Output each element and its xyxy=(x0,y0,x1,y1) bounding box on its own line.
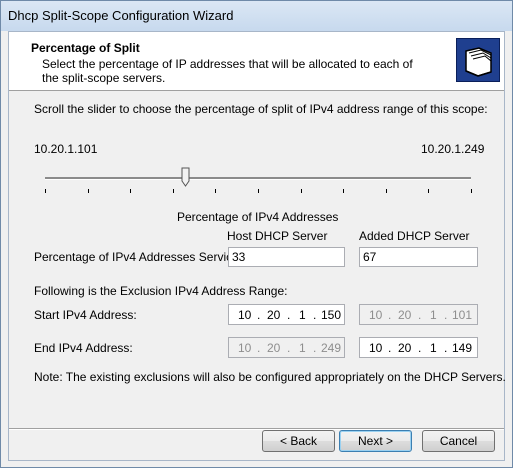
wizard-content: Percentage of Split Select the percentag… xyxy=(8,31,506,461)
exclusion-note: Note: The existing exclusions will also … xyxy=(34,370,506,384)
title-bar: Dhcp Split-Scope Configuration Wizard xyxy=(1,1,512,31)
added-server-header: Added DHCP Server xyxy=(359,229,470,243)
ip-octet-1: 10 xyxy=(238,308,252,322)
slider-tick xyxy=(215,189,216,193)
slider-tick xyxy=(428,189,429,193)
ip-octet-3: 1 xyxy=(299,341,306,355)
page-subtitle: Select the percentage of IP addresses th… xyxy=(42,57,413,85)
split-slider-track[interactable] xyxy=(45,177,471,180)
wizard-header: Percentage of Split Select the percentag… xyxy=(9,32,504,91)
ip-octet-3: 1 xyxy=(430,308,437,322)
ip-octet-4: 149 xyxy=(452,341,473,355)
slider-tick xyxy=(258,189,259,193)
added-percentage-input[interactable] xyxy=(359,247,478,267)
slider-tick xyxy=(301,189,302,193)
ip-octet-1: 10 xyxy=(238,341,252,355)
start-address-label: Start IPv4 Address: xyxy=(34,308,137,322)
slider-instruction: Scroll the slider to choose the percenta… xyxy=(34,102,488,116)
slider-tick xyxy=(386,189,387,193)
ip-octet-2: 20 xyxy=(267,308,281,322)
slider-tick xyxy=(88,189,89,193)
split-slider-thumb[interactable] xyxy=(181,167,190,187)
ip-octet-1: 10 xyxy=(369,308,383,322)
ip-octet-2: 20 xyxy=(398,308,412,322)
start-added-ip-field: 10 . 20 . 1 . 101 xyxy=(359,304,478,325)
slider-max-label: 10.20.1.249 xyxy=(421,142,485,156)
cancel-button[interactable]: Cancel xyxy=(422,430,495,452)
slider-tick xyxy=(45,189,46,193)
ip-octet-4: 101 xyxy=(452,308,473,322)
folders-icon xyxy=(456,38,500,82)
percentages-group-label: Percentage of IPv4 Addresses xyxy=(177,210,339,224)
ip-octet-3: 1 xyxy=(299,308,306,322)
end-host-ip-field: 10 . 20 . 1 . 249 xyxy=(228,337,345,358)
end-added-ip-field[interactable]: 10 . 20 . 1 . 149 xyxy=(359,337,478,358)
ip-octet-3: 1 xyxy=(430,341,437,355)
exclusion-label: Following is the Exclusion IPv4 Address … xyxy=(34,284,288,298)
wizard-window: Dhcp Split-Scope Configuration Wizard Pe… xyxy=(0,0,513,468)
end-address-label: End IPv4 Address: xyxy=(34,341,133,355)
percentage-serviced-label: Percentage of IPv4 Addresses Serviced: xyxy=(34,250,249,264)
back-button[interactable]: < Back xyxy=(262,430,335,452)
slider-min-label: 10.20.1.101 xyxy=(34,142,98,156)
ip-octet-2: 20 xyxy=(398,341,412,355)
slider-tick xyxy=(343,189,344,193)
slider-tick xyxy=(471,189,472,193)
slider-tick xyxy=(173,189,174,193)
ip-octet-4: 150 xyxy=(321,308,342,322)
page-title: Percentage of Split xyxy=(31,41,140,55)
ip-octet-1: 10 xyxy=(369,341,383,355)
start-host-ip-field[interactable]: 10 . 20 . 1 . 150 xyxy=(228,304,345,325)
ip-octet-2: 20 xyxy=(267,341,281,355)
ip-octet-4: 249 xyxy=(321,341,342,355)
host-server-header: Host DHCP Server xyxy=(227,229,328,243)
slider-tick xyxy=(130,189,131,193)
next-button[interactable]: Next > xyxy=(339,430,412,452)
host-percentage-input[interactable] xyxy=(228,247,345,267)
window-title: Dhcp Split-Scope Configuration Wizard xyxy=(8,8,234,23)
